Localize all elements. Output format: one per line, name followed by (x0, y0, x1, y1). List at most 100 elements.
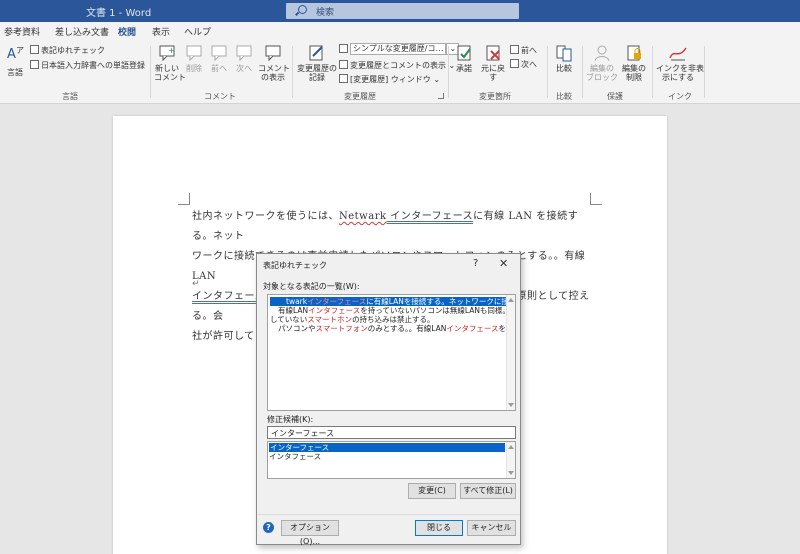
list-item[interactable]: 有線LANインタフェースを持っていないパソコンは無線LANも同様。接続は原 (270, 306, 515, 315)
list-scrollbar[interactable] (506, 295, 515, 410)
tab-review[interactable]: 校閲 (118, 25, 137, 42)
notation-variant[interactable]: インターフェース (387, 211, 474, 222)
search-box[interactable]: 検索 (286, 3, 519, 19)
notation-variant-highlight: インタフェース (308, 306, 361, 315)
crop-mark (178, 193, 190, 205)
show-comments-icon (265, 45, 281, 62)
reviewing-pane-button[interactable]: [変更履歴] ウィンドウ ⌄ (339, 74, 440, 85)
lock-icon (627, 45, 641, 61)
options-button[interactable]: オプション(O)... (281, 520, 339, 546)
group-separator (547, 46, 548, 98)
group-label-ink: インク (668, 92, 692, 101)
new-comment-button[interactable]: + 新しい コメント (154, 44, 186, 82)
compare-icon (556, 45, 572, 62)
window-title: 文書 1 - Word (86, 8, 152, 19)
group-separator (292, 46, 293, 98)
paragraph-mark: ↵ (192, 279, 200, 289)
previous-change-icon (510, 45, 519, 54)
list-item[interactable]: パソコンやスマートフォンのみとする。。有線LANインタフェースを持っていないパ (270, 324, 515, 333)
suggestion-scrollbar[interactable] (506, 442, 515, 478)
tab-references[interactable]: 参考資料 (4, 25, 40, 38)
track-changes-icon (309, 45, 323, 61)
suggestion-label: 修正候補(K): (267, 415, 314, 424)
person-icon (594, 45, 610, 62)
change-button[interactable]: 変更(C) (408, 483, 456, 499)
search-icon (298, 5, 307, 14)
dictionary-button[interactable]: 日本語入力辞書への単語登録 (30, 60, 145, 71)
show-markup-button[interactable]: 変更履歴とコメントの表示 ⌄ (339, 60, 455, 71)
close-button[interactable]: 閉じる (415, 520, 463, 536)
tab-view[interactable]: 表示 (152, 25, 170, 38)
group-label-comments: コメント (204, 92, 236, 101)
markup-select[interactable]: シンプルな変更履歴/コ… ⌄ (339, 43, 460, 55)
scroll-down-icon[interactable] (508, 471, 514, 475)
notation-variant-highlight: スマートフォン (315, 324, 368, 333)
crop-mark (590, 193, 602, 205)
next-comment-icon (236, 45, 252, 62)
previous-comment-icon (211, 45, 227, 62)
group-separator (652, 46, 653, 98)
reject-button[interactable]: 元に戻す (478, 44, 508, 82)
track-changes-button[interactable]: 変更履歴の 記録 (297, 44, 337, 82)
help-circle-icon[interactable]: ? (263, 522, 274, 533)
hide-ink-button[interactable]: インクを非表 示にする (656, 44, 704, 82)
delete-comment-icon (186, 45, 202, 62)
ink-icon (669, 47, 687, 61)
group-separator (448, 46, 449, 98)
svg-text:+: + (168, 46, 175, 55)
suggestion-item[interactable]: インタフェース (269, 452, 321, 461)
language-icon: A ア (7, 46, 24, 62)
notation-check-icon (30, 45, 39, 54)
previous-change-button[interactable]: 前へ (510, 45, 537, 56)
reviewing-pane-icon (339, 74, 348, 83)
previous-comment-button[interactable]: 前へ (208, 44, 230, 73)
title-bar: 文書 1 - Word 検索 (0, 0, 800, 22)
help-icon[interactable]: ? (473, 258, 478, 269)
compare-button[interactable]: 比較 (552, 44, 576, 73)
suggestion-input[interactable]: インターフェース (267, 426, 516, 439)
spelling-error[interactable]: Netwark (339, 211, 387, 222)
ribbon: A ア 言語 表記ゆれチェック 日本語入力辞書への単語登録 言語 + 新しい コ… (0, 40, 800, 104)
block-authors-button[interactable]: 編集の ブロック (586, 44, 618, 82)
delete-comment-button[interactable]: 削除 (183, 44, 205, 73)
group-label-compare: 比較 (556, 92, 572, 101)
reject-icon (486, 45, 500, 61)
group-label-language: 言語 (62, 92, 78, 101)
restrict-editing-button[interactable]: 編集の 制限 (620, 44, 648, 82)
ribbon-tabs: 参考資料 差し込み文書 校閲 表示 ヘルプ (0, 22, 800, 42)
list-item[interactable]: していないスマートホンの持ち込みは禁止する。 (270, 315, 435, 324)
cancel-button[interactable]: キャンセル (467, 520, 516, 536)
notation-check-button[interactable]: 表記ゆれチェック (30, 45, 105, 56)
list-item[interactable]: twarkインターフェースに有線LANを接続する。ネットワークに接続できるの (270, 297, 515, 306)
group-separator (704, 46, 705, 98)
notation-check-dialog: 表記ゆれチェック ? ✕ 対象となる表記の一覧(W): twarkインターフェー… (256, 253, 521, 546)
next-change-icon (510, 59, 519, 68)
accept-button[interactable]: 承諾 (452, 44, 476, 73)
markup-icon (339, 43, 348, 53)
tracking-dialog-launcher[interactable] (438, 93, 444, 99)
search-placeholder: 検索 (316, 8, 335, 18)
scroll-up-icon[interactable] (508, 298, 514, 302)
suggestion-item[interactable]: インターフェース (269, 443, 505, 452)
dictionary-icon (30, 60, 39, 69)
next-change-button[interactable]: 次へ (510, 59, 537, 70)
target-list[interactable]: twarkインターフェースに有線LANを接続する。ネットワークに接続できるの 有… (267, 294, 516, 411)
tab-help[interactable]: ヘルプ (184, 25, 211, 38)
group-label-protect: 保護 (607, 92, 623, 101)
document-line: 社内ネットワークを使うには、Netwark インターフェースに有線 LAN を接… (192, 211, 579, 242)
scroll-up-icon[interactable] (508, 445, 514, 449)
scroll-down-icon[interactable] (508, 403, 514, 407)
new-comment-icon: + (159, 45, 175, 62)
group-label-changes: 変更箇所 (479, 92, 511, 101)
dialog-separator (257, 514, 520, 515)
close-icon[interactable]: ✕ (499, 257, 508, 270)
next-comment-button[interactable]: 次へ (233, 44, 255, 73)
notation-variant-highlight: スマートホン (307, 315, 353, 324)
suggestion-list[interactable]: インターフェース インタフェース (267, 441, 516, 479)
tab-mailings[interactable]: 差し込み文書 (55, 25, 109, 38)
language-button[interactable]: A ア 言語 (4, 44, 26, 77)
show-markup-icon (339, 60, 348, 69)
target-list-label: 対象となる表記の一覧(W): (263, 282, 360, 291)
change-all-button[interactable]: すべて修正(L) (460, 483, 516, 499)
show-comments-button[interactable]: コメント の表示 (258, 44, 290, 82)
